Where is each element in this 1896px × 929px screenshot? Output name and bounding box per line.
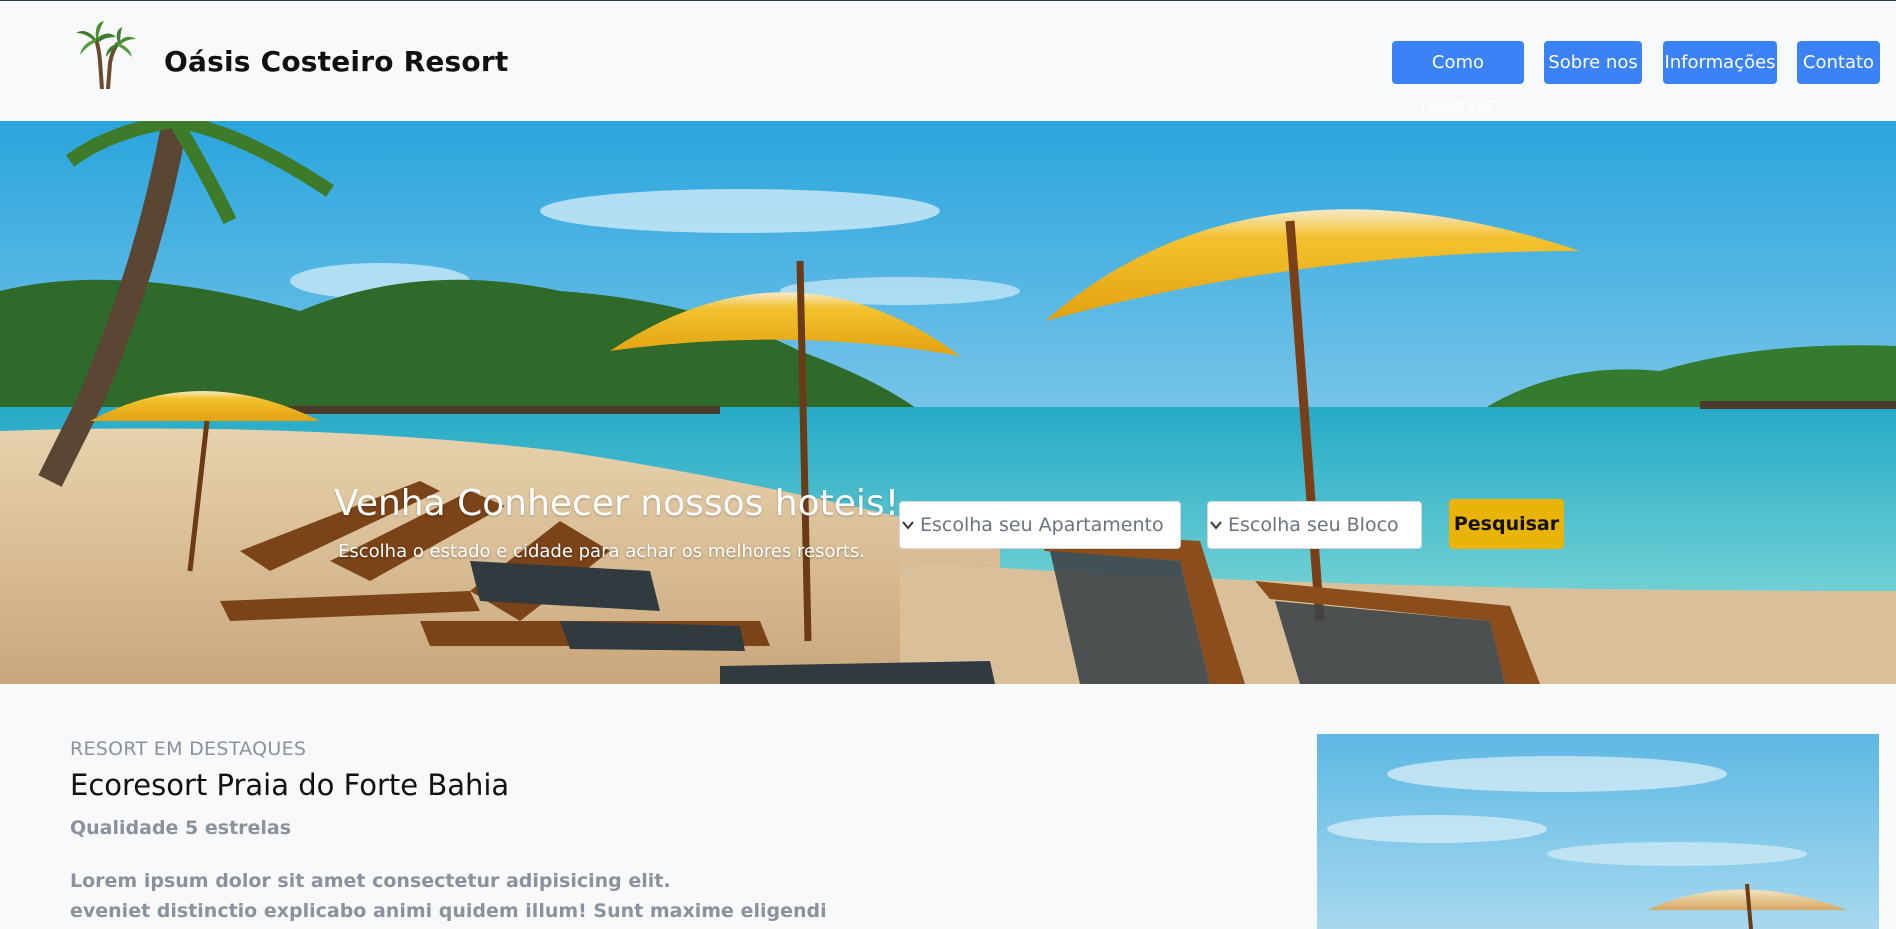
nav-contato-button[interactable]: Contato xyxy=(1797,41,1880,84)
palm-tree-icon[interactable] xyxy=(74,21,136,89)
chevron-down-icon xyxy=(1210,521,1222,530)
featured-resort-image[interactable] xyxy=(1317,734,1879,929)
featured-eyebrow: RESORT EM DESTAQUES xyxy=(70,738,307,760)
nav-como-reservar-button[interactable]: Como reservar xyxy=(1392,41,1524,116)
beach-umbrella-thumbnail xyxy=(1317,734,1879,929)
block-select-value: Escolha seu Bloco xyxy=(1228,514,1399,536)
hero-subtitle: Escolha o estado e cidade para achar os … xyxy=(338,541,866,562)
nav-informacoes-button[interactable]: Informações xyxy=(1663,41,1777,84)
beach-umbrella-image xyxy=(0,121,1896,684)
hero-title: Venha Conhecer nossos hoteis! xyxy=(334,483,900,524)
featured-quality: Qualidade 5 estrelas xyxy=(70,817,292,839)
featured-description-line1: Lorem ipsum dolor sit amet consectetur a… xyxy=(70,870,671,892)
brand-title[interactable]: Oásis Costeiro Resort xyxy=(164,45,508,78)
chevron-down-icon xyxy=(902,521,914,530)
featured-description: Lorem ipsum dolor sit amet consectetur a… xyxy=(70,866,1270,926)
featured-description-line2: eveniet distinctio explicabo animi quide… xyxy=(70,900,827,922)
nav-sobre-nos-button[interactable]: Sobre nos xyxy=(1544,41,1642,84)
search-button[interactable]: Pesquisar xyxy=(1449,499,1564,549)
hero-banner: Venha Conhecer nossos hoteis! Escolha o … xyxy=(0,121,1896,684)
apartment-select-value: Escolha seu Apartamento xyxy=(920,514,1164,536)
block-select[interactable]: Escolha seu Bloco xyxy=(1207,501,1422,549)
featured-resort-name: Ecoresort Praia do Forte Bahia xyxy=(70,768,510,802)
apartment-select[interactable]: Escolha seu Apartamento xyxy=(899,501,1181,549)
top-navbar: Oásis Costeiro Resort Como reservar Sobr… xyxy=(0,0,1896,121)
